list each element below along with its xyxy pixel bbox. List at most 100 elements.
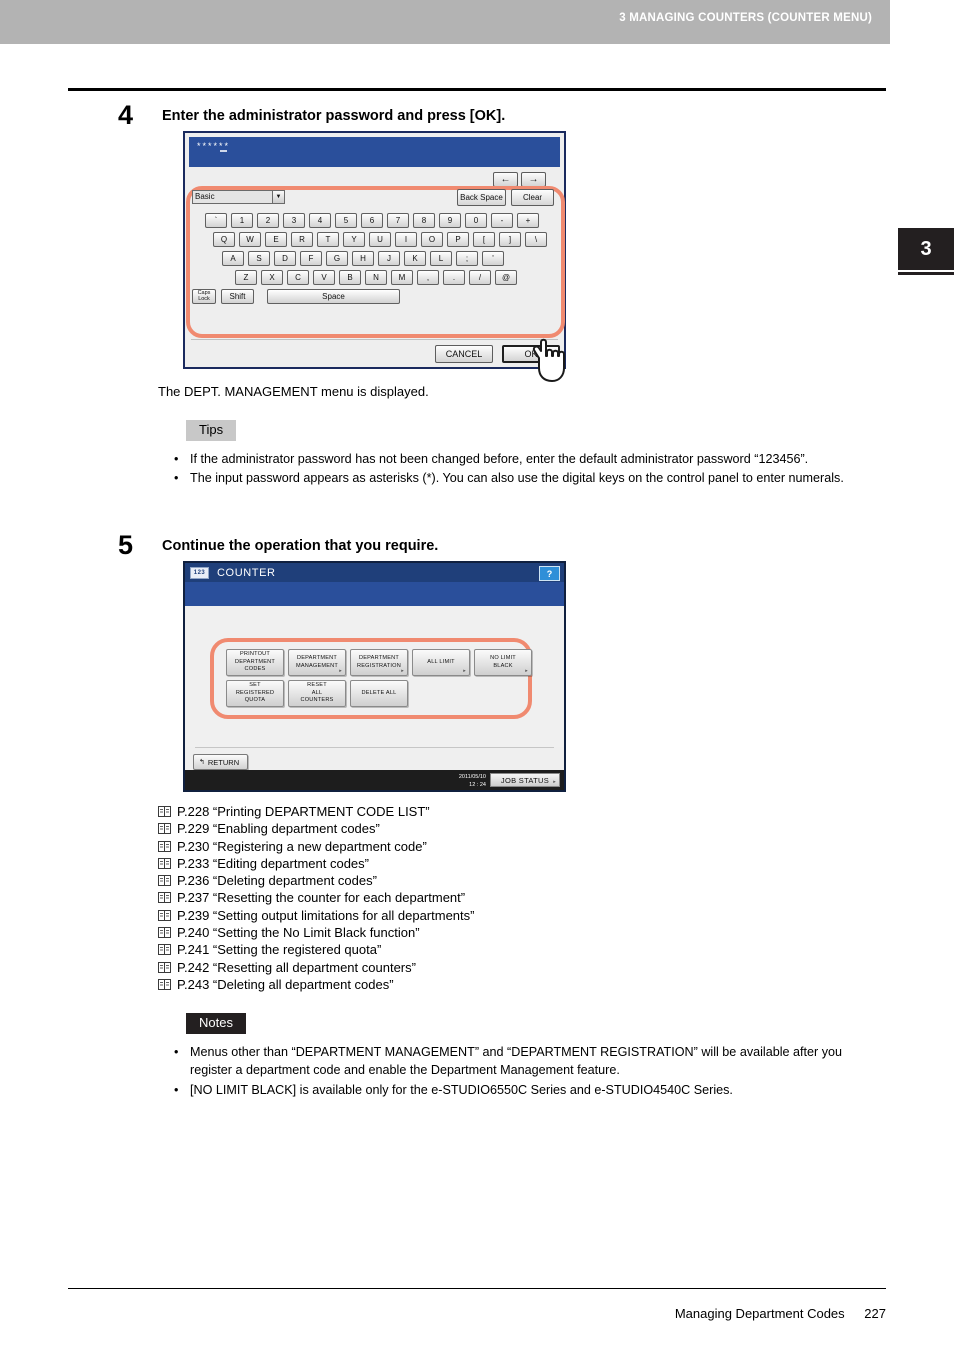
- keyboard-key[interactable]: 9: [439, 213, 461, 228]
- caps-lock-line2: Lock: [198, 295, 210, 302]
- time-display: 12 : 24: [469, 782, 486, 789]
- cross-reference-item[interactable]: P.230 “Registering a new department code…: [158, 838, 474, 855]
- keyboard-key[interactable]: ,: [417, 270, 439, 285]
- keyboard-key[interactable]: ]: [499, 232, 521, 247]
- keyboard-layout-select[interactable]: Basic ▼: [192, 190, 285, 204]
- keyboard-key[interactable]: @: [495, 270, 517, 285]
- keyboard-key[interactable]: B: [339, 270, 361, 285]
- help-button[interactable]: ?: [539, 566, 560, 581]
- keyboard-key[interactable]: .: [443, 270, 465, 285]
- shift-key[interactable]: Shift: [221, 289, 254, 304]
- bullet-item: Menus other than “DEPARTMENT MANAGEMENT”…: [170, 1043, 882, 1080]
- keyboard-key[interactable]: X: [261, 270, 283, 285]
- reset-all-counters-button[interactable]: RESET ALL COUNTERS: [288, 680, 346, 707]
- keyboard-key[interactable]: 2: [257, 213, 279, 228]
- keyboard-key[interactable]: Q: [213, 232, 235, 247]
- cross-reference-item[interactable]: P.233 “Editing department codes”: [158, 855, 474, 872]
- keyboard-key[interactable]: Y: [343, 232, 365, 247]
- keyboard-key[interactable]: G: [326, 251, 348, 266]
- submenu-arrow-icon: ▸: [463, 668, 466, 674]
- department-registration-button[interactable]: DEPARTMENT REGISTRATION ▸: [350, 649, 408, 676]
- keyboard-key[interactable]: A: [222, 251, 244, 266]
- keyboard-key[interactable]: Z: [235, 270, 257, 285]
- keyboard-key[interactable]: S: [248, 251, 270, 266]
- job-status-arrow-icon: ▸: [553, 779, 556, 785]
- keyboard-key[interactable]: [: [473, 232, 495, 247]
- submenu-arrow-icon: ▸: [525, 668, 528, 674]
- keyboard-key[interactable]: \: [525, 232, 547, 247]
- keyboard-key[interactable]: T: [317, 232, 339, 247]
- back-space-button[interactable]: Back Space: [457, 189, 506, 206]
- password-field[interactable]: ******: [189, 137, 560, 167]
- set-registered-quota-button[interactable]: SET REGISTERED QUOTA: [226, 680, 284, 707]
- keyboard-key[interactable]: 5: [335, 213, 357, 228]
- keyboard-key[interactable]: -: [491, 213, 513, 228]
- keyboard-key[interactable]: L: [430, 251, 452, 266]
- cross-reference-item[interactable]: P.236 “Deleting department codes”: [158, 872, 474, 889]
- keyboard-key[interactable]: 4: [309, 213, 331, 228]
- printout-department-codes-button[interactable]: PRINTOUT DEPARTMENT CODES: [226, 649, 284, 676]
- cross-reference-item[interactable]: P.240 “Setting the No Limit Black functi…: [158, 924, 474, 941]
- keyboard-key[interactable]: M: [391, 270, 413, 285]
- cross-reference-item[interactable]: P.228 “Printing DEPARTMENT CODE LIST”: [158, 803, 474, 820]
- cross-reference-text: P.236 “Deleting department codes”: [177, 873, 377, 889]
- cursor-left-arrow-button[interactable]: ←: [493, 172, 518, 187]
- counter-button-label: DEPARTMENT MANAGEMENT: [295, 654, 339, 669]
- keyboard-key[interactable]: F: [300, 251, 322, 266]
- keyboard-key[interactable]: 7: [387, 213, 409, 228]
- keyboard-key[interactable]: J: [378, 251, 400, 266]
- running-header-band: 3 MANAGING COUNTERS (COUNTER MENU): [0, 0, 890, 44]
- keyboard-key[interactable]: `: [205, 213, 227, 228]
- keyboard-key[interactable]: 8: [413, 213, 435, 228]
- clear-button[interactable]: Clear: [511, 189, 554, 206]
- submenu-arrow-icon: ▸: [339, 668, 342, 674]
- keyboard-key[interactable]: K: [404, 251, 426, 266]
- keyboard-key[interactable]: 3: [283, 213, 305, 228]
- keyboard-key[interactable]: N: [365, 270, 387, 285]
- keyboard-key[interactable]: W: [239, 232, 261, 247]
- keyboard-key[interactable]: R: [291, 232, 313, 247]
- caps-lock-key[interactable]: Caps Lock: [192, 289, 216, 304]
- keyboard-key[interactable]: E: [265, 232, 287, 247]
- cross-reference-item[interactable]: P.243 “Deleting all department codes”: [158, 976, 474, 993]
- counter-button-label: NO LIMIT BLACK: [490, 654, 516, 669]
- keyboard-key[interactable]: /: [469, 270, 491, 285]
- cross-reference-item[interactable]: P.229 “Enabling department codes”: [158, 820, 474, 837]
- keyboard-key[interactable]: I: [395, 232, 417, 247]
- job-status-button[interactable]: JOB STATUS ▸: [490, 773, 560, 787]
- keyboard-key[interactable]: 0: [465, 213, 487, 228]
- running-header-title: 3 MANAGING COUNTERS (COUNTER MENU): [619, 12, 872, 24]
- keyboard-key[interactable]: P: [447, 232, 469, 247]
- keyboard-layout-select-value: Basic: [195, 192, 215, 201]
- space-key[interactable]: Space: [267, 289, 400, 304]
- keyboard-key[interactable]: C: [287, 270, 309, 285]
- keyboard-row-modifiers: Caps Lock Shift Space: [192, 289, 400, 304]
- no-limit-black-button[interactable]: NO LIMIT BLACK ▸: [474, 649, 532, 676]
- counter-titlebar: 123 COUNTER ?: [185, 563, 564, 582]
- cross-reference-item[interactable]: P.239 “Setting output limitations for al…: [158, 907, 474, 924]
- keyboard-key[interactable]: +: [517, 213, 539, 228]
- cursor-right-arrow-button[interactable]: →: [521, 172, 546, 187]
- cross-reference-item[interactable]: P.242 “Resetting all department counters…: [158, 959, 474, 976]
- book-icon: [158, 856, 171, 869]
- cross-reference-item[interactable]: P.237 “Resetting the counter for each de…: [158, 889, 474, 906]
- keyboard-key[interactable]: V: [313, 270, 335, 285]
- keyboard-key[interactable]: ': [482, 251, 504, 266]
- cross-reference-item[interactable]: P.241 “Setting the registered quota”: [158, 941, 474, 958]
- keyboard-key[interactable]: 1: [231, 213, 253, 228]
- return-button[interactable]: ↰ RETURN: [193, 754, 248, 770]
- keyboard-key[interactable]: H: [352, 251, 374, 266]
- counter-button-label: DEPARTMENT REGISTRATION: [357, 654, 401, 669]
- keyboard-key[interactable]: ;: [456, 251, 478, 266]
- keyboard-key[interactable]: 6: [361, 213, 383, 228]
- department-management-button[interactable]: DEPARTMENT MANAGEMENT ▸: [288, 649, 346, 676]
- bullet-item: If the administrator password has not be…: [170, 450, 882, 469]
- cancel-button[interactable]: CANCEL: [435, 345, 493, 363]
- counter-status-bar: 2011/05/10 12 : 24 JOB STATUS ▸: [185, 770, 564, 790]
- keyboard-key[interactable]: D: [274, 251, 296, 266]
- keyboard-key[interactable]: U: [369, 232, 391, 247]
- delete-all-button[interactable]: DELETE ALL: [350, 680, 408, 707]
- all-limit-button[interactable]: ALL LIMIT ▸: [412, 649, 470, 676]
- keyboard-key[interactable]: O: [421, 232, 443, 247]
- keyboard-row-numbers: ` 1 2 3 4 5 6 7 8 9 0- +: [205, 213, 539, 228]
